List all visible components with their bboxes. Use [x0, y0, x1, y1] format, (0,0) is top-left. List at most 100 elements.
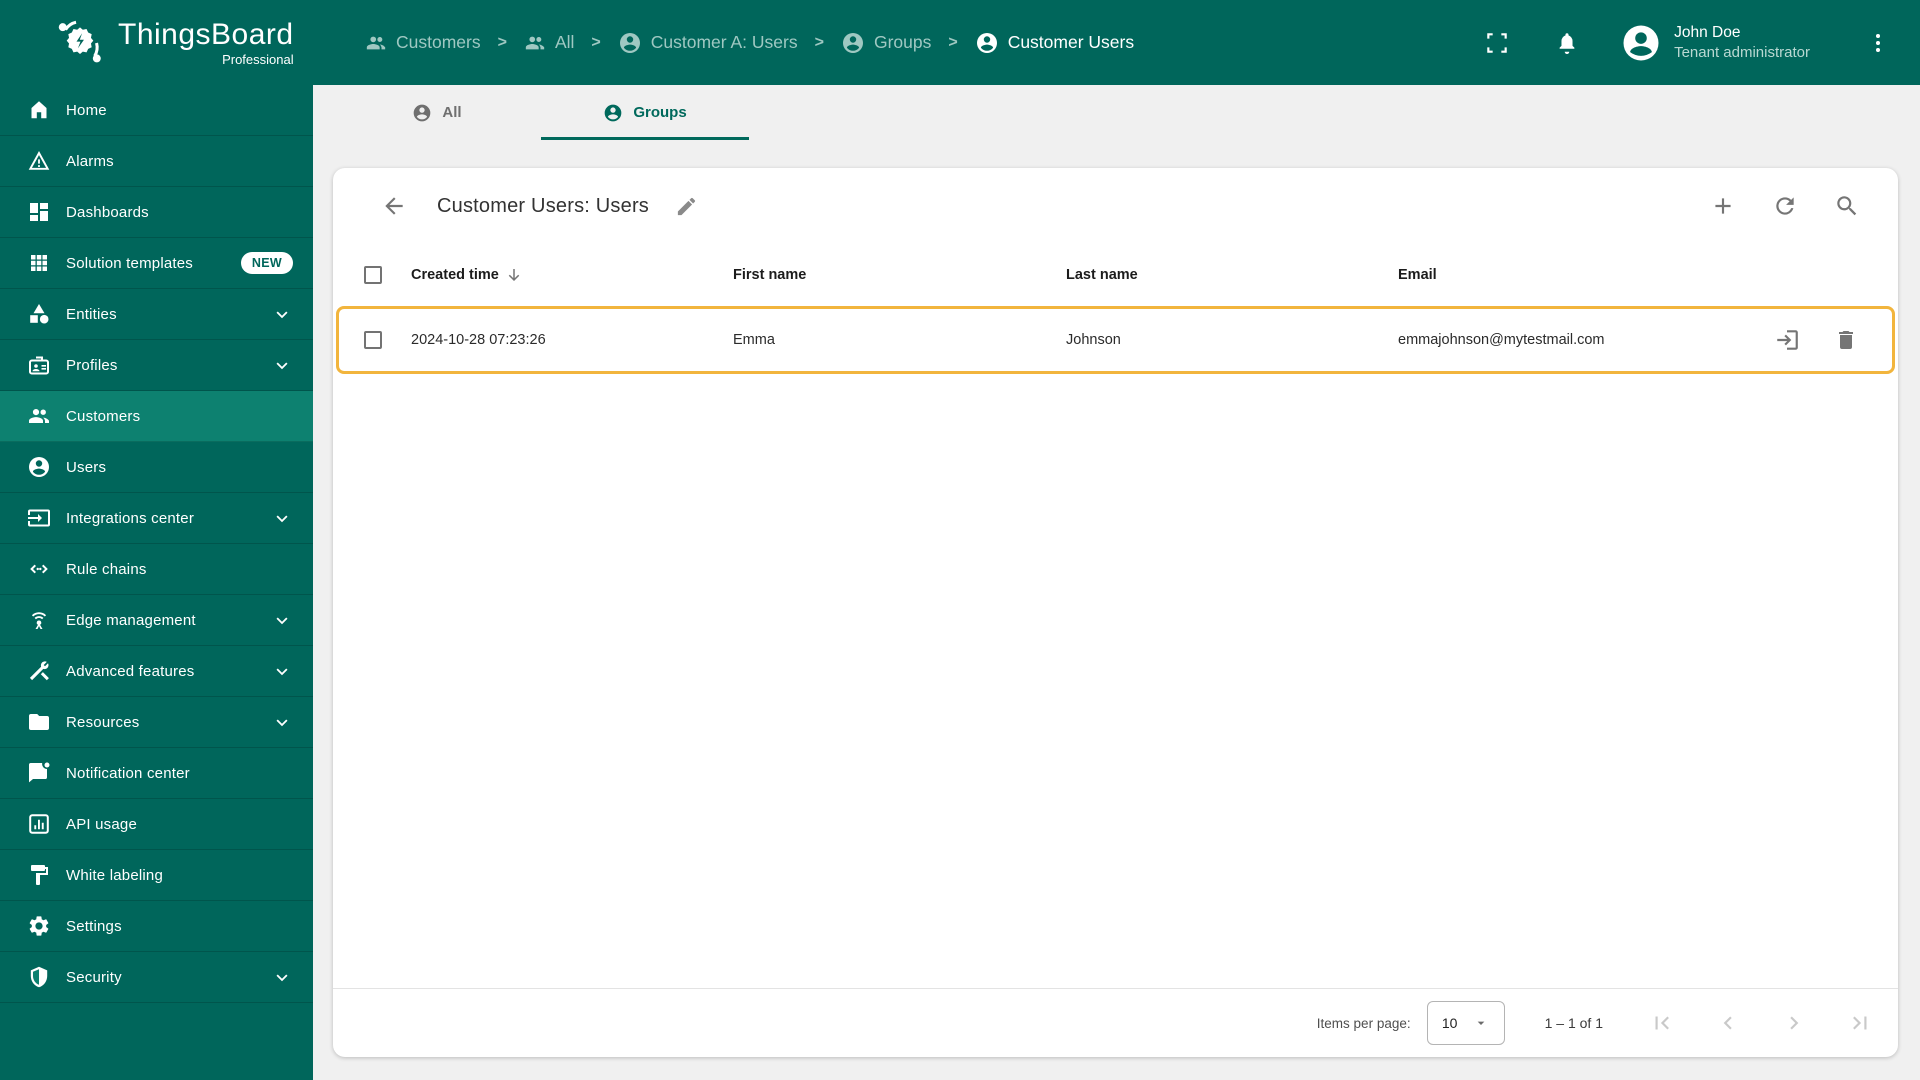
breadcrumb-label: Groups — [873, 32, 932, 52]
breadcrumb-item-customer-users[interactable]: Customer Users — [975, 31, 1134, 55]
sidebar-item-customers[interactable]: Customers — [0, 391, 313, 442]
input-icon — [28, 509, 50, 527]
format-paint-icon — [31, 865, 48, 885]
column-header-first-name[interactable]: First name — [733, 267, 1066, 283]
breadcrumb-item-customer-a-users[interactable]: Customer A: Users — [618, 31, 798, 55]
page-title: Customer Users: Users — [437, 194, 650, 217]
account-circle-icon — [976, 32, 997, 53]
tab-label: Groups — [633, 104, 687, 121]
add-user-button[interactable] — [1710, 193, 1736, 219]
breadcrumb-item-all[interactable]: All — [524, 32, 574, 54]
gear-icon — [29, 916, 49, 936]
refresh-icon — [1776, 197, 1794, 215]
sidebar-item-label: Home — [66, 101, 107, 119]
sidebar-item-rule-chains[interactable]: Rule chains — [0, 544, 313, 595]
cell-last-name: Johnson — [1066, 332, 1121, 348]
header-actions: John Doe Tenant administrator — [1484, 22, 1920, 64]
back-button[interactable] — [381, 193, 407, 219]
sidebar-item-label: Resources — [66, 713, 140, 731]
refresh-button[interactable] — [1772, 193, 1798, 219]
sidebar-item-entities[interactable]: Entities — [0, 289, 313, 340]
page-size-select[interactable]: 10 — [1426, 1001, 1505, 1045]
construction-icon — [29, 661, 49, 681]
tab-all[interactable]: All — [333, 85, 541, 140]
user-avatar[interactable] — [1620, 22, 1662, 64]
user-name: John Doe — [1674, 23, 1741, 41]
sidebar-item-settings[interactable]: Settings — [0, 901, 313, 952]
column-header-email[interactable]: Email — [1398, 267, 1748, 283]
app-logo[interactable]: ThingsBoard Professional — [0, 15, 313, 71]
page-size-value: 10 — [1441, 1015, 1458, 1031]
more-menu-button[interactable] — [1866, 31, 1890, 55]
row-checkbox[interactable] — [364, 331, 382, 349]
sidebar-item-users[interactable]: Users — [0, 442, 313, 493]
sidebar-item-advanced-features[interactable]: Advanced features — [0, 646, 313, 697]
sidebar-item-dashboards[interactable]: Dashboards — [0, 187, 313, 238]
first-page-button[interactable] — [1649, 1010, 1675, 1036]
account-circle-icon — [619, 32, 640, 53]
breadcrumb-separator: > — [948, 33, 958, 51]
sidebar-item-label: White labeling — [66, 866, 164, 884]
users-panel: Customer Users: Users Created time First… — [333, 168, 1898, 1057]
tab-groups[interactable]: Groups — [541, 85, 749, 140]
cell-email: emmajohnson@mytestmail.com — [1398, 332, 1605, 348]
select-all-checkbox[interactable] — [364, 266, 382, 284]
table-row[interactable]: 2024-10-28 07:23:26 Emma Johnson emmajoh… — [336, 306, 1895, 374]
user-info[interactable]: John Doe Tenant administrator — [1674, 23, 1810, 63]
app-header: ThingsBoard Professional Customers > All… — [0, 0, 1920, 85]
chevron-down-icon — [276, 362, 288, 370]
fullscreen-button[interactable] — [1484, 30, 1510, 56]
next-page-button[interactable] — [1781, 1010, 1807, 1036]
delete-user-button[interactable] — [1834, 328, 1858, 352]
previous-page-button[interactable] — [1715, 1010, 1741, 1036]
sidebar-item-label: API usage — [66, 815, 138, 833]
account-circle-icon — [29, 457, 49, 477]
sidebar-item-alarms[interactable]: Alarms — [0, 136, 313, 187]
sort-desc-icon[interactable] — [505, 266, 523, 284]
sidebar-item-white-labeling[interactable]: White labeling — [0, 850, 313, 901]
sidebar-item-profiles[interactable]: Profiles — [0, 340, 313, 391]
breadcrumb-item-customers[interactable]: Customers — [365, 32, 481, 54]
sidebar-item-label: Integrations center — [66, 509, 195, 527]
home-icon — [31, 101, 47, 119]
column-header-last-name[interactable]: Last name — [1066, 267, 1398, 283]
breadcrumb-item-groups[interactable]: Groups — [841, 31, 931, 55]
sidebar-item-api-usage[interactable]: API usage — [0, 799, 313, 850]
edit-title-button[interactable] — [675, 195, 698, 218]
category-icon — [30, 304, 49, 324]
sidebar-item-label: Customers — [66, 407, 141, 425]
sidebar-item-edge-management[interactable]: Edge management — [0, 595, 313, 646]
last-page-icon — [1853, 1016, 1867, 1030]
sidebar-item-home[interactable]: Home — [0, 85, 313, 136]
insert-chart-icon — [29, 814, 49, 834]
fullscreen-icon — [1487, 32, 1507, 53]
router-icon — [31, 612, 47, 629]
account-circle-icon — [604, 104, 622, 121]
login-as-user-button[interactable] — [1774, 327, 1800, 353]
sidebar-item-resources[interactable]: Resources — [0, 697, 313, 748]
cell-created-time: 2024-10-28 07:23:26 — [411, 332, 546, 348]
sidebar-item-solution-templates[interactable]: Solution templates NEW — [0, 238, 313, 289]
people-icon — [29, 409, 49, 423]
breadcrumb-label: Customer Users — [1007, 32, 1135, 52]
search-button[interactable] — [1834, 193, 1860, 219]
dashboard-icon — [30, 203, 48, 221]
sidebar-item-notification-center[interactable]: Notification center — [0, 748, 313, 799]
sidebar-item-security[interactable]: Security — [0, 952, 313, 1003]
breadcrumb-label: Customer A: Users — [650, 32, 798, 52]
chevron-down-icon — [276, 974, 288, 982]
user-role: Tenant administrator — [1674, 43, 1810, 61]
folder-icon — [29, 714, 49, 730]
warning-icon — [28, 151, 50, 170]
sidebar-item-label: Notification center — [66, 764, 190, 782]
kebab-icon — [1876, 33, 1880, 52]
sidebar-item-integrations-center[interactable]: Integrations center — [0, 493, 313, 544]
breadcrumb-separator: > — [814, 33, 824, 51]
pagination-bar: Items per page: 10 1 – 1 of 1 — [333, 988, 1898, 1057]
panel-toolbar — [1710, 193, 1860, 219]
last-page-button[interactable] — [1847, 1010, 1873, 1036]
notifications-button[interactable] — [1554, 30, 1580, 56]
trash-icon — [1839, 331, 1853, 349]
column-header-created-time[interactable]: Created time — [411, 267, 499, 283]
page-range-label: 1 – 1 of 1 — [1544, 1015, 1603, 1031]
